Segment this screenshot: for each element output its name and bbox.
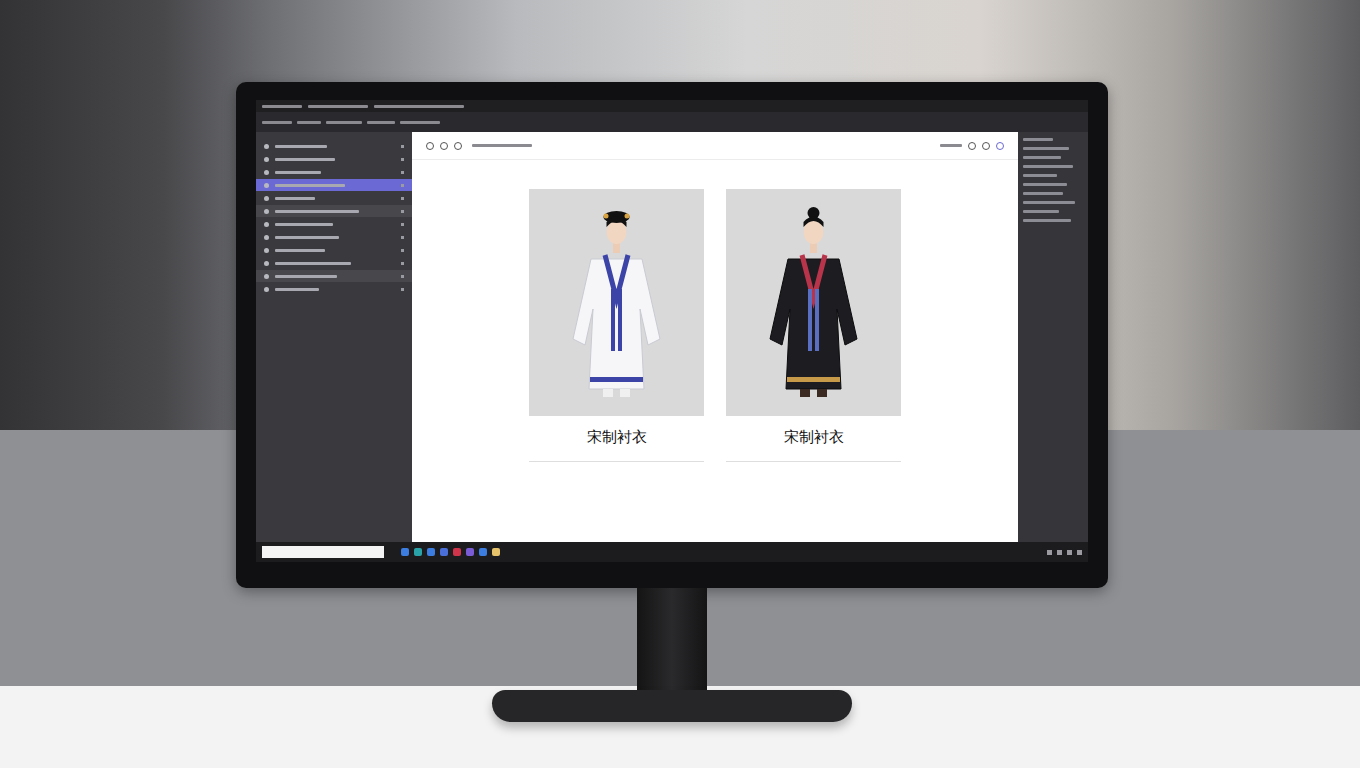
sidebar-item[interactable] xyxy=(256,283,412,295)
item-icon xyxy=(264,274,269,279)
monitor: 宋制衬衣宋制衬衣 xyxy=(236,0,1108,722)
app-icon[interactable] xyxy=(440,548,448,556)
app-icon[interactable] xyxy=(479,548,487,556)
sidebar-item[interactable] xyxy=(256,153,412,165)
item-icon xyxy=(264,248,269,253)
card-label: 宋制衬衣 xyxy=(529,416,704,462)
garment-card[interactable]: 宋制衬衣 xyxy=(726,189,901,462)
search-field[interactable] xyxy=(262,546,384,558)
title-bar xyxy=(256,100,1088,112)
sidebar xyxy=(256,132,412,542)
item-icon xyxy=(264,183,269,188)
item-icon xyxy=(264,209,269,214)
app-icon[interactable] xyxy=(466,548,474,556)
monitor-base xyxy=(492,690,852,722)
item-icon xyxy=(264,170,269,175)
menu-bar xyxy=(256,112,1088,132)
monitor-bezel: 宋制衬衣宋制衬衣 xyxy=(236,82,1108,588)
item-icon xyxy=(264,261,269,266)
sidebar-item[interactable] xyxy=(256,257,412,269)
app-icon[interactable] xyxy=(453,548,461,556)
app-icon[interactable] xyxy=(414,548,422,556)
gallery: 宋制衬衣宋制衬衣 xyxy=(412,160,1018,462)
toolbar xyxy=(412,132,1018,160)
item-icon xyxy=(264,235,269,240)
properties-panel xyxy=(1018,132,1088,542)
sidebar-item[interactable] xyxy=(256,218,412,230)
sidebar-item[interactable] xyxy=(256,166,412,178)
garment-card[interactable]: 宋制衬衣 xyxy=(529,189,704,462)
item-icon xyxy=(264,196,269,201)
card-label: 宋制衬衣 xyxy=(726,416,901,462)
content-panel: 宋制衬衣宋制衬衣 xyxy=(412,132,1018,542)
sidebar-item[interactable] xyxy=(256,140,412,152)
gear-icon[interactable] xyxy=(982,142,990,150)
app-icon[interactable] xyxy=(427,548,435,556)
hanfu-figure-icon xyxy=(529,189,704,416)
user-icon[interactable] xyxy=(996,142,1004,150)
item-icon xyxy=(264,222,269,227)
item-icon xyxy=(264,287,269,292)
screen: 宋制衬衣宋制衬衣 xyxy=(256,100,1088,562)
circle-icon[interactable] xyxy=(440,142,448,150)
sidebar-item[interactable] xyxy=(256,205,412,217)
sidebar-item[interactable] xyxy=(256,244,412,256)
hanfu-figure-icon xyxy=(726,189,901,416)
system-tray xyxy=(1047,550,1082,555)
circle-icon[interactable] xyxy=(454,142,462,150)
app-icon[interactable] xyxy=(492,548,500,556)
monitor-stand xyxy=(637,588,707,690)
item-icon xyxy=(264,144,269,149)
sidebar-item[interactable] xyxy=(256,231,412,243)
circle-icon[interactable] xyxy=(426,142,434,150)
sidebar-item[interactable] xyxy=(256,179,412,191)
sidebar-item[interactable] xyxy=(256,270,412,282)
diamond-icon[interactable] xyxy=(968,142,976,150)
item-icon xyxy=(264,157,269,162)
taskbar xyxy=(256,542,1088,562)
street-photo: 宋制衬衣宋制衬衣 xyxy=(0,0,1360,768)
app-icon[interactable] xyxy=(401,548,409,556)
sidebar-item[interactable] xyxy=(256,192,412,204)
